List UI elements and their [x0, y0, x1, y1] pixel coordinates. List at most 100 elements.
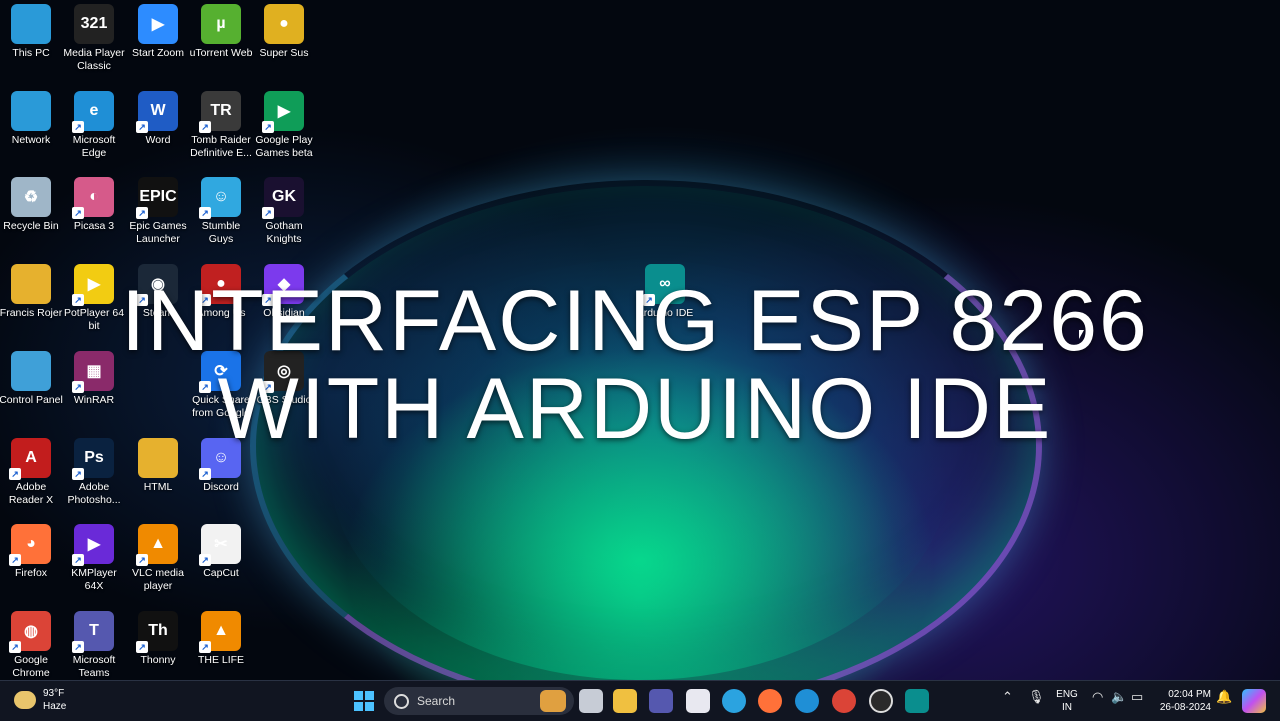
desktop-icon-label: Network [11, 133, 51, 146]
desktop-icon-start-zoom[interactable]: ▶ Start Zoom [126, 4, 190, 60]
desktop-icon-capcut[interactable]: ✂ ↗ CapCut [189, 524, 253, 580]
desktop-icon-label: Recycle Bin [3, 220, 59, 233]
desktop-icon-label: Thonny [140, 653, 176, 666]
region-code: IN [1062, 702, 1072, 713]
file-explorer-icon[interactable] [613, 689, 637, 713]
desktop-icon-label: Super Sus [259, 47, 309, 59]
the-life-icon: ▲ ↗ [199, 610, 241, 653]
google-chrome-icon: ◍ ↗ [9, 610, 51, 653]
desktop-icon-stumble-guys[interactable]: ☺ ↗ Stumble Guys [189, 177, 253, 246]
desktop-icon-label: Microsoft Edge [72, 133, 116, 159]
desktop-icon-picasa-3[interactable]: ◐ ↗ Picasa 3 [62, 177, 126, 233]
desktop-icon-google-play-games-beta[interactable]: ▶ ↗ Google Play Games beta [252, 90, 316, 160]
windows-logo-icon [354, 691, 374, 711]
shortcut-arrow-icon: ↗ [199, 640, 211, 653]
desktop-icon-label: KMPlayer 64X [71, 567, 117, 593]
desktop-icon-google-chrome[interactable]: ◍ ↗ Google Chrome [0, 610, 63, 680]
desktop-icon-tomb-raider-definitive-e[interactable]: TR ↗ Tomb Raider Definitive E... [189, 90, 253, 160]
microsoft-store-icon[interactable] [686, 689, 710, 713]
desktop-icon-super-sus[interactable]: ● Super Sus [252, 4, 316, 60]
word-icon: W ↗ [136, 90, 178, 133]
obs-taskbar-icon[interactable] [869, 689, 893, 713]
language-indicator[interactable]: ENG IN [1054, 688, 1080, 714]
overlay-title-line2: WITH ARDUINO IDE [217, 361, 1053, 457]
desktop-icon-label: Google Play Games beta [255, 133, 313, 159]
speaker-icon[interactable]: 🔈 [1111, 689, 1127, 705]
this-pc-icon [11, 4, 51, 44]
desktop-icon-the-life[interactable]: ▲ ↗ THE LIFE [189, 610, 253, 667]
shortcut-arrow-icon: ↗ [72, 467, 84, 480]
desktop-icon-label: Tomb Raider Definitive E... [190, 133, 252, 159]
desktop-icon-kmplayer-64x[interactable]: ▶ ↗ KMPlayer 64X [62, 524, 126, 593]
overlay-title-line1: INTERFACING ESP 8266 [121, 273, 1149, 369]
desktop-icon-label: Word [145, 133, 171, 146]
kmplayer-64x-icon: ▶ ↗ [72, 524, 114, 567]
shortcut-arrow-icon: ↗ [136, 554, 148, 567]
system-clock[interactable]: 02:04 PM 26-08-2024 [1155, 688, 1211, 714]
desktop-icon-thonny[interactable]: Th ↗ Thonny [126, 610, 190, 667]
super-sus-icon: ● [264, 4, 304, 44]
haze-weather-icon [14, 691, 36, 709]
copilot-icon[interactable] [1242, 689, 1266, 713]
firefox-icon: ◕ ↗ [9, 524, 51, 567]
task-view-icon[interactable] [579, 689, 603, 713]
chevron-up-icon[interactable]: ⌃ [1002, 689, 1013, 705]
chrome-dev-icon[interactable] [722, 689, 746, 713]
desktop-icon-media-player-classic[interactable]: 321 Media Player Classic [62, 4, 126, 73]
search-icon [394, 693, 409, 709]
start-button[interactable] [352, 689, 376, 713]
search-placeholder: Search [417, 694, 456, 708]
shortcut-arrow-icon: ↗ [262, 120, 274, 133]
vlc-media-player-icon: ▲ ↗ [136, 524, 178, 567]
desktop-icon-vlc-media-player[interactable]: ▲ ↗ VLC media player [126, 524, 190, 593]
desktop-icon-microsoft-teams[interactable]: T ↗ Microsoft Teams [62, 610, 126, 680]
taskbar: 93°F Haze Search ⌃ 🎙 ENG IN ◠ 🔈 ▭ 02:04 … [0, 680, 1280, 721]
desktop-icon-label: Stumble Guys [201, 220, 241, 246]
desktop-icon-label: Microsoft Teams [72, 653, 116, 679]
chrome-taskbar-icon[interactable] [832, 689, 856, 713]
shortcut-arrow-icon: ↗ [9, 554, 21, 567]
epic-games-launcher-icon: EPIC ↗ [136, 177, 178, 220]
shortcut-arrow-icon: ↗ [199, 207, 211, 220]
desktop-icon-recycle-bin[interactable]: ♻ Recycle Bin [0, 177, 63, 233]
desktop-icon-label: VLC media player [132, 567, 184, 593]
shortcut-arrow-icon: ↗ [72, 554, 84, 567]
desktop-icon-label: Picasa 3 [73, 220, 115, 233]
arduino-taskbar-icon[interactable] [905, 689, 929, 713]
desktop-icon-label: Adobe Photosho... [67, 480, 121, 506]
weather-widget[interactable]: 93°F Haze [14, 687, 66, 713]
picasa-3-icon: ◐ ↗ [72, 177, 114, 220]
microphone-icon[interactable]: 🎙 [1028, 689, 1045, 705]
firefox-taskbar-icon[interactable] [758, 689, 782, 713]
microsoft-edge-icon: e ↗ [72, 90, 114, 133]
desktop-icon-this-pc[interactable]: This PC [0, 4, 63, 60]
desktop-icon-word[interactable]: W ↗ Word [126, 90, 190, 147]
weather-temperature: 93°F [43, 688, 65, 699]
desktop-icon-gotham-knights[interactable]: GK ↗ Gotham Knights [252, 177, 316, 246]
start-zoom-icon: ▶ [138, 4, 178, 44]
shortcut-arrow-icon: ↗ [9, 467, 21, 480]
shortcut-arrow-icon: ↗ [9, 640, 21, 653]
battery-icon[interactable]: ▭ [1131, 689, 1143, 705]
desktop-icon-label: Discord [203, 480, 239, 493]
thonny-icon: Th ↗ [136, 610, 178, 653]
desktop-icon-utorrent-web[interactable]: µ uTorrent Web [189, 4, 253, 60]
edge-taskbar-icon[interactable] [795, 689, 819, 713]
desktop-icon-epic-games-launcher[interactable]: EPIC ↗ Epic Games Launcher [126, 177, 190, 246]
notification-bell-icon[interactable]: 🔔 [1216, 689, 1232, 705]
desktop-icon-label: Firefox [14, 567, 48, 580]
desktop-icon-label: THE LIFE [197, 653, 245, 666]
shortcut-arrow-icon: ↗ [72, 207, 84, 220]
shortcut-arrow-icon: ↗ [199, 554, 211, 567]
wifi-icon[interactable]: ◠ [1092, 689, 1103, 705]
desktop-icon-firefox[interactable]: ◕ ↗ Firefox [0, 524, 63, 580]
desktop-icon-network[interactable]: Network [0, 90, 63, 147]
desktop-icon-label: Epic Games Launcher [129, 220, 187, 246]
search-highlight-icon[interactable] [540, 690, 566, 712]
teams-icon[interactable] [649, 689, 673, 713]
shortcut-arrow-icon: ↗ [262, 207, 274, 220]
desktop-icon-label: Google Chrome [12, 653, 50, 679]
desktop-icon-microsoft-edge[interactable]: e ↗ Microsoft Edge [62, 90, 126, 160]
shortcut-arrow-icon: ↗ [136, 640, 148, 653]
clock-time: 02:04 PM [1168, 689, 1211, 700]
